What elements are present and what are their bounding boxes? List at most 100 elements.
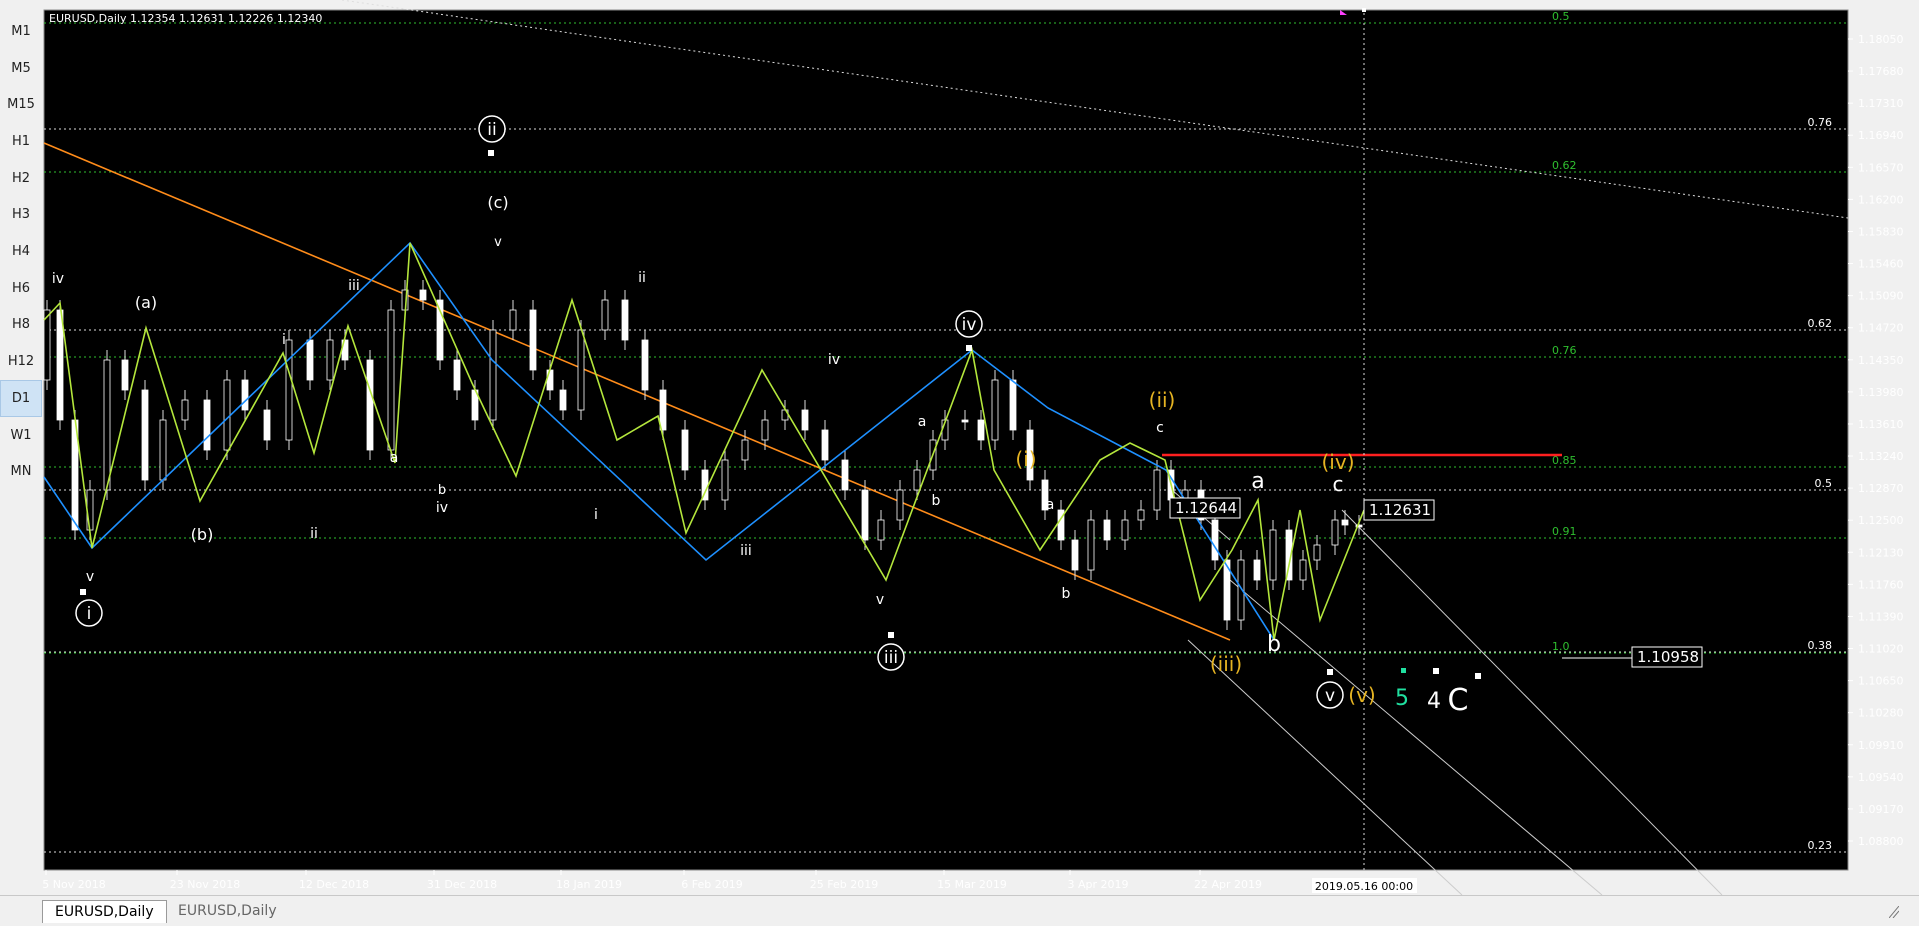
price-axis-label: 1.14720 — [1858, 322, 1904, 335]
timeframe-button-m1[interactable]: M1 — [0, 13, 42, 50]
candle-body — [841, 459, 849, 491]
price-axis-label: 1.17310 — [1858, 97, 1904, 110]
candle-body — [721, 459, 729, 501]
wave-label-big-a: a — [1251, 469, 1264, 494]
tab-eurusd-daily[interactable]: EURUSD,Daily — [166, 900, 289, 922]
candle-body — [419, 289, 427, 301]
timeframe-button-h6[interactable]: H6 — [0, 270, 42, 307]
wave-label-minor: b — [1062, 586, 1071, 602]
timeframe-button-h4[interactable]: H4 — [0, 233, 42, 270]
wave-label-C: C — [1448, 683, 1469, 718]
time-axis-label: 6 Feb 2019 — [681, 878, 742, 891]
timeframe-button-h3[interactable]: H3 — [0, 197, 42, 234]
timeframe-button-w1[interactable]: W1 — [0, 417, 42, 454]
price-chart[interactable]: EURUSD,Daily 1.12354 1.12631 1.12226 1.1… — [42, 0, 1919, 895]
wave-marker-square-teal — [1401, 668, 1406, 673]
wave-label-ii: ii — [487, 120, 496, 140]
wave-label-v: v — [1325, 686, 1335, 706]
wave-label-minor: iv — [436, 500, 448, 516]
time-axis-label: 18 Jan 2019 — [556, 878, 622, 891]
wave-marker-square — [1327, 669, 1333, 675]
time-axis-label: 31 Dec 2018 — [427, 878, 497, 891]
wave-label-minor: (a) — [135, 293, 157, 312]
price-axis-label: 1.09910 — [1858, 739, 1904, 752]
candle-body — [203, 399, 211, 451]
price-axis-label: 1.15460 — [1858, 258, 1904, 271]
candle-body — [1087, 519, 1095, 571]
wave-label-minor: iii — [740, 543, 752, 559]
candle-body — [961, 419, 969, 423]
candle-body — [821, 429, 829, 461]
resize-grip-icon[interactable] — [1889, 906, 1899, 918]
candle-body — [621, 299, 629, 341]
time-axis-label: 25 Feb 2019 — [810, 878, 878, 891]
wave-label-minor: iv — [828, 352, 840, 368]
candle-body — [306, 339, 314, 381]
candle-body — [86, 489, 94, 531]
price-axis-label: 1.10280 — [1858, 707, 1904, 720]
candle-body — [681, 429, 689, 471]
timeframe-button-h8[interactable]: H8 — [0, 307, 42, 344]
wave-label-minor: (c) — [487, 193, 508, 212]
candle-body — [559, 389, 567, 411]
fib-label-green: 1.0 — [1552, 640, 1570, 653]
wave-label-minor: b — [438, 483, 446, 498]
wave-label-minor: v — [876, 592, 884, 608]
price-axis-label: 1.15090 — [1858, 290, 1904, 303]
price-axis-label: 1.13610 — [1858, 418, 1904, 431]
wave-label-minor: iv — [52, 271, 64, 287]
time-axis-label: 15 Mar 2019 — [937, 878, 1007, 891]
chart-window[interactable]: EURUSD,Daily 1.12354 1.12631 1.12226 1.1… — [42, 0, 1919, 895]
candle-body — [1009, 379, 1017, 431]
fib-label-white: 0.62 — [1808, 317, 1833, 330]
price-label-bottom: 1.10958 — [1637, 648, 1699, 666]
price-axis-label: 1.09540 — [1858, 771, 1904, 784]
price-axis-label: 1.11760 — [1858, 578, 1904, 591]
fib-label-green: 0.76 — [1552, 344, 1577, 357]
timeframe-button-d1[interactable]: D1 — [0, 380, 42, 417]
candle-body — [991, 379, 999, 441]
time-axis-label: 22 Apr 2019 — [1194, 878, 1262, 891]
wave-marker-square — [1475, 673, 1481, 679]
candle-body — [1103, 519, 1111, 541]
timeframe-button-m5[interactable]: M5 — [0, 50, 42, 87]
timeframe-button-h2[interactable]: H2 — [0, 160, 42, 197]
candle-body — [56, 309, 64, 421]
candle-body — [601, 299, 609, 331]
candle-body — [577, 329, 585, 411]
wave-label-minor: a — [390, 450, 399, 466]
candle-body — [1341, 519, 1349, 526]
candle-body — [223, 379, 231, 451]
candle-body — [801, 409, 809, 431]
wave-label-minor: iii — [348, 278, 360, 294]
candle-body — [1299, 559, 1307, 581]
price-label-current: 1.12631 — [1369, 501, 1431, 519]
candle-body — [509, 309, 517, 331]
price-axis-label: 1.15830 — [1858, 225, 1904, 238]
time-axis-label: 3 Apr 2019 — [1067, 878, 1128, 891]
price-axis-label: 1.16570 — [1858, 161, 1904, 174]
candle-body — [1313, 544, 1321, 561]
candle-body — [741, 439, 749, 461]
candle-body — [103, 359, 111, 491]
price-axis-label: 1.10650 — [1858, 675, 1904, 688]
wave-label-orange: (i) — [1015, 447, 1036, 471]
timeframe-button-h1[interactable]: H1 — [0, 123, 42, 160]
candle-body — [861, 489, 869, 541]
wave-label-minor: (b) — [191, 525, 214, 544]
candle-body — [1121, 519, 1129, 541]
candle-body — [366, 359, 374, 451]
timeframe-button-h12[interactable]: H12 — [0, 343, 42, 380]
wave-label-orange: (iv) — [1322, 450, 1355, 474]
candle-body — [659, 389, 667, 431]
candle-body — [1071, 539, 1079, 571]
fib-label-green: 0.62 — [1552, 159, 1577, 172]
price-label-marked: 1.12644 — [1175, 499, 1237, 517]
crosshair-date-label: 2019.05.16 00:00 — [1315, 880, 1413, 893]
time-axis-label: 12 Dec 2018 — [299, 878, 369, 891]
tab-eurusd-daily-active[interactable]: EURUSD,Daily — [42, 900, 167, 923]
price-axis-label: 1.17680 — [1858, 65, 1904, 78]
timeframe-button-mn[interactable]: MN — [0, 453, 42, 490]
price-axis-label: 1.13980 — [1858, 386, 1904, 399]
timeframe-button-m15[interactable]: M15 — [0, 86, 42, 123]
